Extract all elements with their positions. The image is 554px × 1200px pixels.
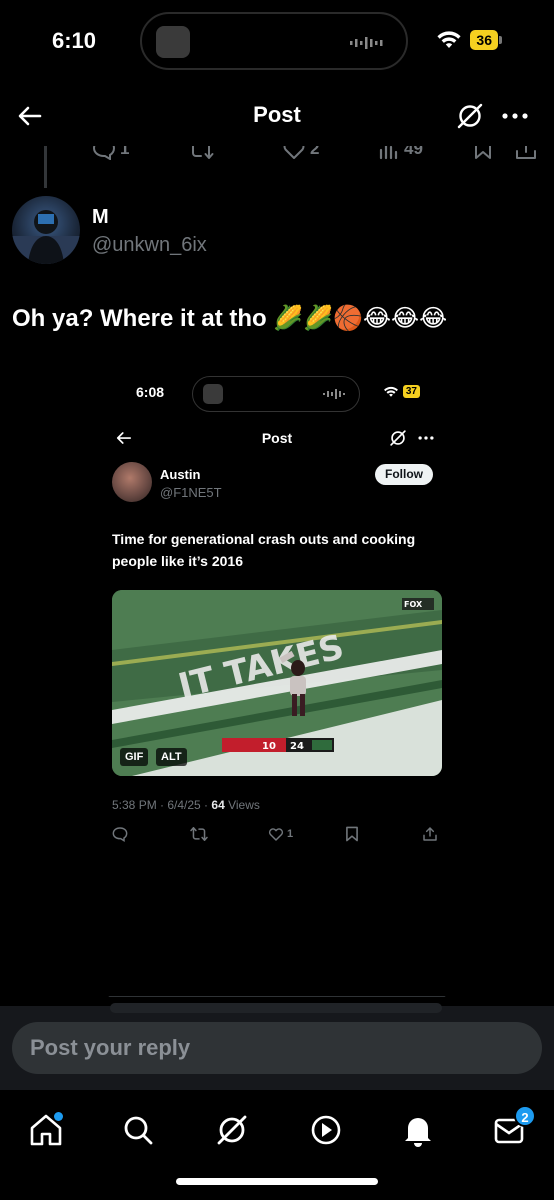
reply-input[interactable] xyxy=(12,1022,542,1074)
screenshot-status-indicators: 37 xyxy=(383,385,420,398)
now-playing-thumbnail xyxy=(156,26,190,58)
network-text: FOX xyxy=(404,600,423,609)
screenshot-island-thumbnail xyxy=(203,384,223,404)
screenshot-time-date: 5:38 PM · 6/4/25 · xyxy=(112,798,212,812)
screenshot-like: 1 xyxy=(268,826,293,842)
battery-tip xyxy=(499,36,502,44)
screenshot-actions: 1 xyxy=(104,826,450,850)
screenshot-author-handle: @F1NE5T xyxy=(160,485,222,500)
nav-grok[interactable] xyxy=(212,1110,252,1150)
messages-badge: 2 xyxy=(514,1105,536,1127)
screenshot-battery-level: 37 xyxy=(402,385,420,398)
scorebug-left: 10 xyxy=(262,741,276,752)
screenshot-views-label: Views xyxy=(224,798,260,812)
attached-screenshot[interactable]: 6:08 37 Post Austin @F1NE5T Follow Time … xyxy=(104,366,450,1000)
bookmark-icon xyxy=(346,826,358,842)
nav-messages[interactable]: 2 xyxy=(490,1105,536,1150)
author-name[interactable]: M xyxy=(92,206,109,229)
nav-search[interactable] xyxy=(118,1110,158,1150)
home-indicator xyxy=(176,1178,378,1185)
alt-badge: ALT xyxy=(156,748,187,766)
battery-level: 36 xyxy=(470,30,498,50)
author-handle[interactable]: @unkwn_6ix xyxy=(92,234,207,257)
heart-icon xyxy=(268,828,284,841)
screenshot-dynamic-island xyxy=(192,376,360,412)
screenshot-follow-button: Follow xyxy=(375,464,433,485)
more-options-icon xyxy=(418,436,434,440)
video-icon xyxy=(311,1115,341,1145)
screenshot-view-count: 64 xyxy=(211,798,225,812)
grok-icon xyxy=(390,430,406,446)
notifications-icon xyxy=(405,1118,431,1147)
top-header: Post xyxy=(0,84,554,146)
gif-badge: GIF xyxy=(120,748,149,766)
nav-video[interactable] xyxy=(306,1110,346,1150)
screenshot-status-time: 6:08 xyxy=(136,384,165,400)
screenshot-divider xyxy=(104,996,450,997)
screenshot-post-text: Time for generational crash outs and coo… xyxy=(112,531,416,569)
screenshot-author-name: Austin xyxy=(160,467,201,482)
grok-icon[interactable] xyxy=(454,100,486,132)
audio-wave-icon xyxy=(350,37,383,49)
wifi-icon xyxy=(437,31,462,48)
post-text: Oh ya? Where it at tho 🌽🌽🏀😂😂😂 xyxy=(12,305,448,332)
screenshot-repost xyxy=(190,826,208,842)
reply-icon xyxy=(112,827,128,842)
nav-home[interactable] xyxy=(26,1110,66,1150)
scorebug-right: 24 xyxy=(290,741,304,752)
composer-handle xyxy=(110,1003,442,1013)
avatar-image xyxy=(12,210,80,264)
status-bar: 6:10 36 xyxy=(0,0,554,84)
dynamic-island xyxy=(140,12,408,70)
wifi-icon xyxy=(383,386,398,397)
audio-wave-icon xyxy=(323,389,345,399)
screenshot-bookmark xyxy=(344,826,360,842)
status-indicators: 36 xyxy=(436,30,502,50)
repost-icon xyxy=(190,827,208,841)
nav-notifications[interactable] xyxy=(398,1110,438,1150)
status-time: 6:10 xyxy=(52,28,97,53)
screenshot-post-meta: 5:38 PM · 6/4/25 · 64 Views xyxy=(112,798,260,812)
screenshot-avatar xyxy=(112,462,152,502)
share-icon xyxy=(423,827,437,841)
search-icon xyxy=(124,1116,153,1145)
grok-icon xyxy=(217,1115,247,1145)
screenshot-reply xyxy=(112,826,128,842)
home-new-dot xyxy=(54,1112,63,1121)
avatar[interactable] xyxy=(12,196,80,264)
network-logo: FOX xyxy=(402,598,434,610)
more-options-icon[interactable] xyxy=(498,100,532,132)
scorebug: 10 24 xyxy=(222,738,334,752)
screenshot-gif-media: IT TAKES 10 24 FOX GIF ALT xyxy=(112,590,442,776)
screenshot-like-count: 1 xyxy=(287,828,294,840)
battery-indicator: 36 xyxy=(470,30,502,50)
screenshot-share xyxy=(422,826,438,842)
